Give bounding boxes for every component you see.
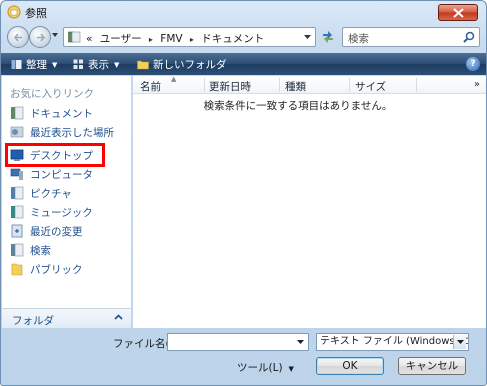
desktop-highlight-box (5, 143, 105, 167)
help-icon[interactable]: ? (466, 57, 480, 71)
command-toolbar: 整理 ▼ 表示 ▼ 新しいフォルダ ? (1, 53, 486, 75)
breadcrumb-users[interactable]: ユーザー (100, 33, 142, 45)
sidebar-item-label: ドキュメント (30, 107, 93, 120)
new-folder-icon (137, 60, 149, 70)
tools-caret-icon: ▼ (288, 365, 294, 373)
sidebar-item-recent-places[interactable]: 最近表示した場所 (10, 123, 114, 141)
new-folder-button[interactable]: 新しいフォルダ (137, 57, 227, 72)
breadcrumb-overflow[interactable]: « (86, 33, 92, 45)
recent-places-icon (10, 126, 24, 138)
new-folder-label: 新しいフォルダ (153, 59, 227, 71)
filename-input[interactable] (167, 333, 309, 351)
address-dropdown-icon[interactable] (304, 35, 311, 39)
views-caret-icon: ▼ (114, 60, 120, 69)
favorite-links-header: お気に入りリンク (10, 88, 94, 100)
documents-icon (11, 106, 24, 120)
tools-label: ツール(L) (237, 362, 283, 374)
views-icon (73, 59, 83, 69)
filetype-value: テキスト ファイル (Windows, カンマ (320, 336, 468, 347)
sidebar-item-pictures[interactable]: ピクチャ (10, 184, 72, 202)
column-divider[interactable] (349, 78, 350, 92)
column-divider[interactable] (204, 78, 205, 92)
sidebar-item-documents[interactable]: ドキュメント (10, 104, 93, 122)
window-title: 参照 (25, 7, 47, 20)
close-icon (453, 8, 464, 18)
sidebar-item-public[interactable]: パブリック (10, 260, 83, 278)
forward-button[interactable] (29, 26, 51, 48)
close-button[interactable] (438, 4, 478, 21)
dialog-footer: ファイル名(N): テキスト ファイル (Windows, カンマ ツール(L)… (1, 329, 486, 385)
navigation-bar: « ユーザー ▸ FMV ▸ ドキュメント 検索 (1, 24, 486, 50)
tools-menu-button[interactable]: ツール(L) ▼ (237, 360, 294, 375)
browse-dialog: 参照 « ユーザー ▸ FMV ▸ ドキュメント 検索 整理 ▼ 表示 ▼ 新し… (0, 0, 487, 386)
sidebar-item-searches[interactable]: 検索 (10, 241, 51, 259)
navigation-pane: お気に入りリンク ドキュメント 最近表示した場所 デスクトップ コンピュータ ピ… (2, 76, 132, 328)
sort-ascending-icon: ▲ (171, 75, 177, 83)
sidebar-item-label: コンピュータ (30, 168, 93, 181)
column-divider[interactable] (279, 78, 280, 92)
folders-label: フォルダ (12, 315, 54, 327)
organize-icon (11, 60, 22, 69)
breadcrumb-fmv[interactable]: FMV (160, 33, 182, 45)
back-arrow-icon (13, 33, 22, 42)
column-type[interactable]: 種類 (285, 79, 306, 94)
forward-arrow-icon (37, 33, 46, 42)
address-bar[interactable]: « ユーザー ▸ FMV ▸ ドキュメント (63, 27, 316, 47)
folders-toggle[interactable]: フォルダ (2, 308, 131, 328)
recently-changed-icon (11, 224, 23, 238)
empty-folder-message: 検索条件に一致する項目はありません。 (203, 100, 393, 112)
search-box[interactable]: 検索 (342, 27, 480, 47)
column-date-modified[interactable]: 更新日時 (209, 79, 251, 94)
title-bar: 参照 (1, 1, 486, 23)
pictures-icon (11, 186, 24, 200)
breadcrumb-separator[interactable]: ▸ (149, 35, 153, 44)
sidebar-item-computer[interactable]: コンピュータ (10, 165, 93, 183)
searches-icon (11, 243, 24, 257)
organize-button[interactable]: 整理 ▼ (11, 57, 57, 72)
sidebar-item-label: 最近表示した場所 (30, 126, 114, 139)
organize-caret-icon: ▼ (52, 60, 58, 69)
filetype-dropdown-button[interactable] (453, 335, 466, 349)
sidebar-item-label: ピクチャ (30, 187, 72, 200)
search-icon[interactable] (463, 31, 475, 43)
sidebar-item-label: パブリック (30, 263, 83, 276)
sidebar-item-music[interactable]: ミュージック (10, 203, 93, 221)
search-placeholder: 検索 (348, 33, 369, 45)
filename-dropdown-icon[interactable] (297, 340, 304, 344)
filetype-select[interactable]: テキスト ファイル (Windows, カンマ (316, 333, 469, 351)
chevron-down-icon (457, 340, 464, 344)
organize-label: 整理 (26, 59, 47, 71)
computer-icon (10, 168, 23, 180)
more-columns-chevron[interactable]: » (474, 79, 480, 90)
recent-pages-dropdown-icon[interactable] (52, 33, 58, 37)
cancel-button[interactable]: キャンセル (398, 357, 466, 375)
sidebar-item-label: 最近の変更 (30, 225, 83, 238)
column-divider[interactable] (416, 78, 417, 92)
dialog-app-icon (7, 5, 21, 19)
sidebar-item-label: ミュージック (30, 206, 93, 219)
sidebar-item-recently-changed[interactable]: 最近の変更 (10, 222, 83, 240)
column-header: 名前 ▲ 更新日時 種類 サイズ » (133, 75, 486, 94)
views-button[interactable]: 表示 ▼ (73, 57, 119, 72)
music-icon (11, 205, 24, 219)
ok-button[interactable]: OK (316, 357, 384, 375)
address-folder-icon (68, 31, 81, 43)
public-icon (11, 263, 23, 276)
sidebar-item-label: 検索 (30, 244, 51, 257)
breadcrumb: « ユーザー ▸ FMV ▸ ドキュメント (86, 31, 268, 46)
column-size[interactable]: サイズ (355, 79, 386, 94)
file-list-pane: 名前 ▲ 更新日時 種類 サイズ » 検索条件に一致する項目はありません。 (133, 75, 486, 328)
breadcrumb-separator[interactable]: ▸ (190, 35, 194, 44)
refresh-icon[interactable] (320, 30, 336, 44)
back-button[interactable] (7, 26, 29, 48)
column-name[interactable]: 名前 (140, 79, 161, 94)
chevron-up-icon (114, 314, 123, 320)
breadcrumb-documents[interactable]: ドキュメント (201, 33, 264, 45)
views-label: 表示 (88, 59, 109, 71)
